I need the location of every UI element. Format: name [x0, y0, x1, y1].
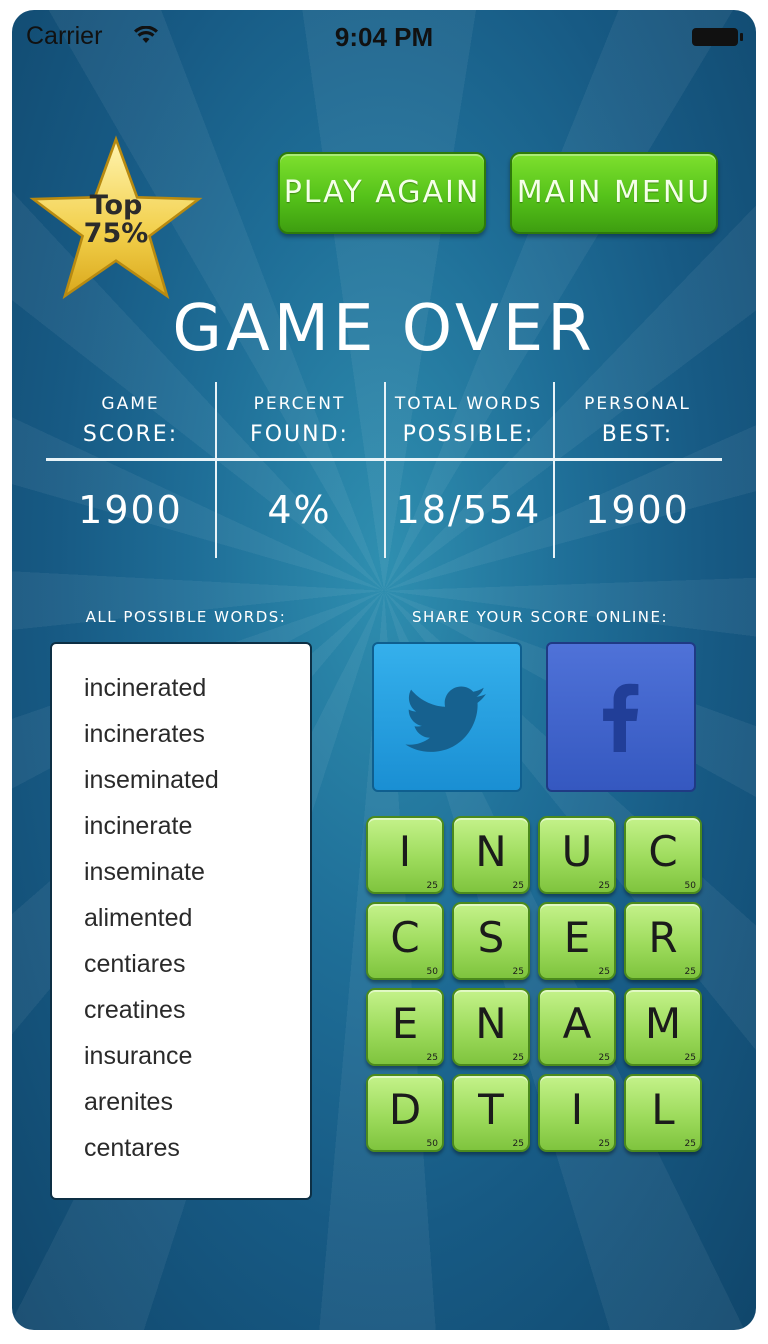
tile-points: 25 — [512, 1139, 524, 1149]
stats-table: GAME SCORE: 1900 PERCENT FOUND: 4% TOTAL… — [46, 382, 722, 558]
tile-points: 50 — [426, 1139, 438, 1149]
facebook-share-button[interactable] — [546, 642, 696, 792]
tile-points: 25 — [426, 1053, 438, 1063]
tile-points: 50 — [684, 881, 696, 891]
tile-letter: T — [478, 1085, 504, 1134]
tile-points: 25 — [598, 881, 610, 891]
letter-tile[interactable]: I 25 — [366, 816, 444, 894]
tile-letter: E — [391, 999, 419, 1048]
stat-value: 1900 — [78, 488, 183, 532]
stat-percent-found: PERCENT FOUND: 4% — [215, 382, 384, 558]
letter-tile[interactable]: N 25 — [452, 988, 530, 1066]
tile-letter: L — [651, 1085, 675, 1134]
tile-letter: U — [561, 827, 593, 876]
letter-tile[interactable]: A 25 — [538, 988, 616, 1066]
game-screen: Carrier 9:04 PM Top 75% PLAY AGAIN MAIN … — [12, 10, 756, 1330]
stat-value: 1900 — [585, 488, 690, 532]
tile-letter: A — [562, 999, 592, 1048]
tile-points: 25 — [426, 881, 438, 891]
letter-tile[interactable]: M 25 — [624, 988, 702, 1066]
word-item: insurance — [84, 1042, 193, 1070]
stat-label: GAME — [101, 394, 160, 414]
rank-badge-line1: Top — [89, 190, 143, 221]
status-bar: Carrier 9:04 PM — [12, 10, 756, 62]
tile-letter: R — [648, 913, 678, 962]
stat-label: TOTAL WORDS — [394, 394, 543, 414]
tile-points: 25 — [598, 967, 610, 977]
word-item: arenites — [84, 1088, 173, 1116]
rank-badge-line2: 75% — [83, 218, 149, 249]
facebook-icon — [603, 683, 639, 752]
tile-points: 25 — [512, 967, 524, 977]
stat-label: PERSONAL — [584, 394, 691, 414]
stat-value: 18/554 — [395, 488, 542, 532]
tile-letter: N — [475, 827, 507, 876]
word-list[interactable]: incinerated incinerates inseminated inci… — [50, 642, 312, 1200]
stat-label: SCORE: — [82, 422, 179, 447]
tile-points: 25 — [512, 1053, 524, 1063]
stat-label: POSSIBLE: — [402, 422, 535, 447]
tile-points: 25 — [598, 1053, 610, 1063]
tile-letter: N — [475, 999, 507, 1048]
clock: 9:04 PM — [334, 22, 434, 52]
battery-icon — [692, 28, 743, 46]
letter-tile[interactable]: R 25 — [624, 902, 702, 980]
letter-tile[interactable]: C 50 — [366, 902, 444, 980]
stat-game-score: GAME SCORE: 1900 — [46, 382, 215, 558]
main-menu-button[interactable]: MAIN MENU — [510, 152, 718, 234]
tile-letter: M — [644, 999, 682, 1048]
letter-tile[interactable]: E 25 — [538, 902, 616, 980]
tile-points: 50 — [426, 967, 438, 977]
word-item: inseminated — [84, 766, 219, 794]
tile-letter: C — [648, 827, 678, 876]
word-item: inseminate — [84, 858, 205, 886]
rank-badge: Top 75% — [28, 192, 204, 248]
tile-points: 25 — [512, 881, 524, 891]
game-over-title: GAME OVER — [172, 292, 596, 366]
tile-points: 25 — [684, 1053, 696, 1063]
stat-value: 4% — [267, 488, 332, 532]
tile-points: 25 — [598, 1139, 610, 1149]
twitter-share-button[interactable] — [372, 642, 522, 792]
stat-label: FOUND: — [250, 422, 349, 447]
tile-letter: D — [388, 1085, 422, 1134]
word-item: incinerate — [84, 812, 193, 840]
play-again-button[interactable]: PLAY AGAIN — [278, 152, 486, 234]
stat-personal-best: PERSONAL BEST: 1900 — [553, 382, 722, 558]
letter-tile[interactable]: L 25 — [624, 1074, 702, 1152]
tile-letter: C — [390, 913, 420, 962]
letter-tile[interactable]: D 50 — [366, 1074, 444, 1152]
tile-letter: S — [477, 913, 505, 962]
tile-points: 25 — [684, 1139, 696, 1149]
letter-tile[interactable]: N 25 — [452, 816, 530, 894]
letter-tile[interactable]: S 25 — [452, 902, 530, 980]
letter-tile[interactable]: U 25 — [538, 816, 616, 894]
word-item: incinerates — [84, 720, 205, 748]
word-item: creatines — [84, 996, 186, 1024]
letter-tile[interactable]: E 25 — [366, 988, 444, 1066]
all-words-label: ALL POSSIBLE WORDS: — [85, 608, 287, 626]
letter-tile[interactable]: T 25 — [452, 1074, 530, 1152]
letter-tile[interactable]: C 50 — [624, 816, 702, 894]
tile-letter: E — [563, 913, 591, 962]
word-item: centares — [84, 1134, 180, 1162]
letter-tile[interactable]: I 25 — [538, 1074, 616, 1152]
word-item: alimented — [84, 904, 193, 932]
stat-label: PERCENT — [253, 394, 346, 414]
word-item: incinerated — [84, 674, 207, 702]
share-label: SHARE YOUR SCORE ONLINE: — [411, 608, 669, 626]
stat-label: BEST: — [601, 422, 674, 447]
tile-points: 25 — [684, 967, 696, 977]
tile-letter: I — [398, 827, 412, 876]
tile-letter: I — [570, 1085, 584, 1134]
twitter-icon — [405, 686, 486, 752]
word-item: centiares — [84, 950, 186, 978]
stat-total-words: TOTAL WORDS POSSIBLE: 18/554 — [384, 382, 553, 558]
